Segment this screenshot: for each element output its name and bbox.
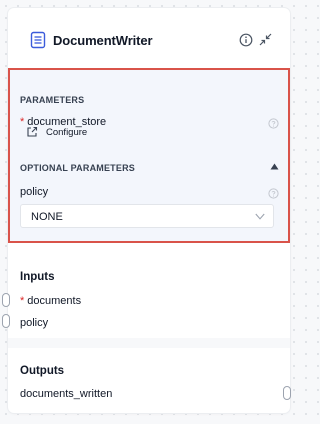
collapse-icon[interactable] (259, 33, 272, 46)
node-title: DocumentWriter (53, 33, 153, 48)
input-port-documents: * documents (20, 295, 81, 307)
input-port-label: documents (27, 295, 82, 307)
policy-label: policy (20, 186, 49, 198)
input-handle-documents[interactable] (2, 293, 10, 307)
inputs-section: Inputs * documents policy (2, 250, 290, 336)
required-marker: * (20, 116, 25, 128)
parameters-section: PARAMETERS * document_store Configure OPT… (8, 68, 290, 243)
help-icon[interactable] (268, 118, 279, 129)
optional-parameters-toggle[interactable]: OPTIONAL PARAMETERS (10, 160, 288, 174)
configure-button[interactable]: Configure (26, 126, 87, 138)
policy-select-value: NONE (31, 211, 63, 223)
inputs-heading: Inputs (20, 271, 55, 283)
parameters-heading: PARAMETERS (20, 95, 85, 105)
document-writer-node[interactable]: DocumentWriter PARAMETERS * document_stor… (2, 8, 291, 413)
chevron-down-icon (255, 213, 265, 220)
info-icon[interactable] (239, 33, 253, 47)
caret-up-icon (270, 163, 279, 170)
outputs-section: Outputs documents_written (8, 352, 291, 412)
required-marker: * (20, 295, 25, 307)
configure-label: Configure (46, 126, 88, 138)
outputs-heading: Outputs (20, 365, 65, 377)
output-port-documents-written: documents_written (20, 388, 113, 400)
canvas: DocumentWriter PARAMETERS * document_stor… (0, 0, 299, 424)
external-link-icon (27, 126, 38, 137)
document-stack-icon (30, 31, 46, 49)
node-header: DocumentWriter (8, 8, 290, 70)
help-icon[interactable] (268, 188, 279, 199)
input-port-policy: policy (20, 317, 49, 329)
section-divider (8, 338, 290, 348)
input-handle-policy[interactable] (2, 314, 10, 328)
policy-select[interactable]: NONE (20, 204, 274, 228)
output-handle-documents-written[interactable] (283, 386, 291, 400)
optional-parameters-heading: OPTIONAL PARAMETERS (20, 163, 135, 173)
